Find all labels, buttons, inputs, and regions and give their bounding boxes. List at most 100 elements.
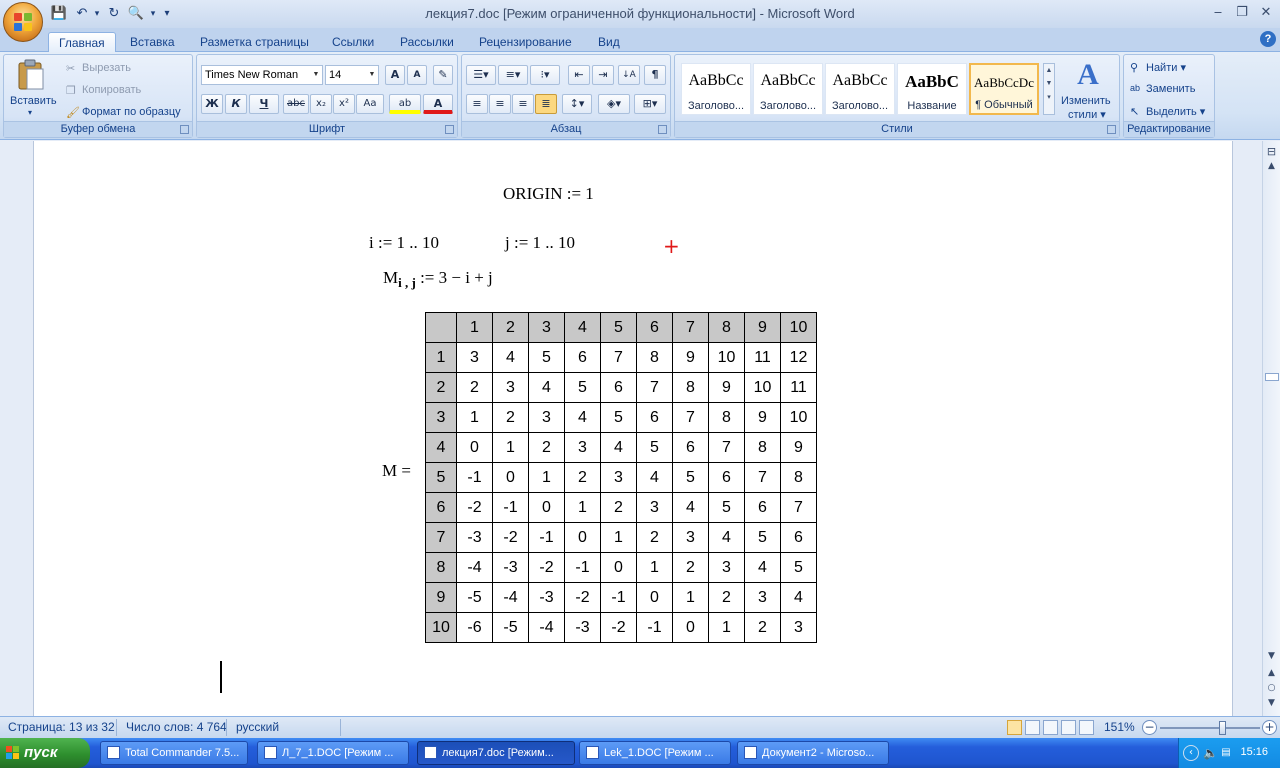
chevron-down-icon[interactable]: ▼ xyxy=(311,67,321,83)
replace-button[interactable]: Заменить xyxy=(1146,83,1195,95)
tab-insert[interactable]: Вставка xyxy=(120,32,185,52)
word-count[interactable]: Число слов: 4 764 xyxy=(126,720,227,734)
increase-indent-icon[interactable]: ⇥ xyxy=(592,65,614,85)
close-button[interactable]: ✕ xyxy=(1253,2,1279,24)
change-styles-icon[interactable]: A xyxy=(1073,59,1103,91)
clear-formatting-button[interactable]: ✎ xyxy=(433,65,453,85)
styles-scroll[interactable]: ▲ ▼ ▾ xyxy=(1043,63,1055,115)
tray-collapse-icon[interactable]: ‹ xyxy=(1183,745,1199,761)
bullets-icon[interactable]: ☰▾ xyxy=(466,65,496,85)
find-button[interactable]: Найти ▾ xyxy=(1146,61,1186,74)
paste-icon[interactable] xyxy=(16,59,46,91)
task-total-commander[interactable]: Total Commander 7.5... xyxy=(100,741,248,765)
start-button[interactable]: пуск xyxy=(0,738,90,768)
clock[interactable]: 15:16 xyxy=(1240,746,1268,758)
restore-button[interactable]: ❐ xyxy=(1229,2,1255,24)
tab-review[interactable]: Рецензирование xyxy=(469,32,582,52)
multilevel-list-icon[interactable]: ⁝▾ xyxy=(530,65,560,85)
clipboard-launcher-icon[interactable] xyxy=(180,125,189,134)
document-page[interactable]: ORIGIN := 1 i := 1 .. 10 j := 1 .. 10 + … xyxy=(33,141,1233,716)
underline-button[interactable]: Ч xyxy=(249,94,279,114)
help-icon[interactable]: ? xyxy=(1260,31,1276,47)
task-word-l7[interactable]: Л_7_1.DOC [Режим ... xyxy=(257,741,409,765)
font-size-combo[interactable]: 14 ▼ xyxy=(325,65,379,85)
zoom-level[interactable]: 151% xyxy=(1104,720,1135,734)
tab-page-layout[interactable]: Разметка страницы xyxy=(190,32,319,52)
shrink-font-button[interactable]: A xyxy=(407,65,427,85)
grow-font-button[interactable]: A xyxy=(385,65,405,85)
show-formatting-button[interactable]: ¶ xyxy=(644,65,666,85)
scroll-thumb[interactable] xyxy=(1265,373,1279,381)
change-styles-button-line2[interactable]: стили ▾ xyxy=(1068,108,1106,121)
styles-launcher-icon[interactable] xyxy=(1107,125,1116,134)
copy-button[interactable]: Копировать xyxy=(82,84,141,96)
highlight-button[interactable]: ab xyxy=(389,94,421,114)
outline-view-icon[interactable] xyxy=(1061,720,1076,735)
document-area[interactable]: ORIGIN := 1 i := 1 .. 10 j := 1 .. 10 + … xyxy=(0,141,1262,716)
cut-button[interactable]: Вырезать xyxy=(82,62,131,74)
office-button[interactable] xyxy=(3,2,43,42)
line-spacing-icon[interactable]: ↕▾ xyxy=(562,94,592,114)
vertical-scrollbar[interactable]: ⊟ ▲ ▼ ▲ ○ ▼ xyxy=(1262,141,1280,716)
scroll-up-icon[interactable]: ▲ xyxy=(1264,161,1279,171)
web-layout-view-icon[interactable] xyxy=(1043,720,1058,735)
style-heading-3[interactable]: AaBbCc Заголово... xyxy=(825,63,895,115)
bold-button[interactable]: Ж xyxy=(201,94,223,114)
paste-dropdown-icon[interactable]: ▾ xyxy=(28,108,32,117)
print-layout-view-icon[interactable] xyxy=(1007,720,1022,735)
format-painter-button[interactable]: Формат по образцу xyxy=(82,106,181,118)
page-counter[interactable]: Страница: 13 из 32 xyxy=(8,720,115,734)
font-color-button[interactable]: A xyxy=(423,94,453,114)
more-icon[interactable]: ▾ xyxy=(1044,93,1054,101)
draft-view-icon[interactable] xyxy=(1079,720,1094,735)
subscript-button[interactable]: x₂ xyxy=(310,94,332,114)
decrease-indent-icon[interactable]: ⇤ xyxy=(568,65,590,85)
borders-icon[interactable]: ⊞▾ xyxy=(634,94,666,114)
chevron-down-icon[interactable]: ▼ xyxy=(367,67,377,83)
previous-page-icon[interactable]: ▲ xyxy=(1264,668,1279,678)
style-heading-2[interactable]: AaBbCc Заголово... xyxy=(753,63,823,115)
tab-mailings[interactable]: Рассылки xyxy=(390,32,464,52)
font-name-combo[interactable]: Times New Roman ▼ xyxy=(201,65,323,85)
align-center-icon[interactable]: ≡ xyxy=(489,94,511,114)
justify-icon[interactable]: ≣ xyxy=(535,94,557,114)
tab-view[interactable]: Вид xyxy=(588,32,630,52)
minimize-button[interactable]: ‒ xyxy=(1205,2,1231,24)
chevron-down-icon[interactable]: ▼ xyxy=(1044,80,1054,87)
browse-object-icon[interactable]: ○ xyxy=(1264,683,1279,693)
tab-home[interactable]: Главная xyxy=(48,32,116,53)
paragraph-launcher-icon[interactable] xyxy=(658,125,667,134)
zoom-out-button[interactable]: − xyxy=(1142,720,1157,735)
strikethrough-button[interactable]: abc xyxy=(283,94,309,114)
style-heading-1[interactable]: AaBbCc Заголово... xyxy=(681,63,751,115)
undo-dropdown-icon[interactable]: ▾ xyxy=(88,5,106,23)
ruler-toggle-icon[interactable]: ⊟ xyxy=(1264,145,1279,158)
style-normal[interactable]: AaBbCcDc ¶ Обычный xyxy=(969,63,1039,115)
task-word-document2[interactable]: Документ2 - Microso... xyxy=(737,741,889,765)
language-indicator[interactable]: русский xyxy=(236,720,279,734)
font-launcher-icon[interactable] xyxy=(445,125,454,134)
italic-button[interactable]: К xyxy=(225,94,247,114)
redo-icon[interactable]: ↻ xyxy=(105,5,123,23)
sort-button[interactable]: ↓A xyxy=(618,65,640,85)
change-styles-button[interactable]: Изменить xyxy=(1061,95,1111,107)
align-right-icon[interactable]: ≡ xyxy=(512,94,534,114)
numbering-icon[interactable]: ≡▾ xyxy=(498,65,528,85)
align-left-icon[interactable]: ≡ xyxy=(466,94,488,114)
task-word-lecture7[interactable]: лекция7.doc [Режим... xyxy=(417,741,575,765)
speaker-icon[interactable]: 🔈 xyxy=(1203,746,1218,760)
customize-qat-icon[interactable]: ▾ xyxy=(158,5,176,23)
print-preview-icon[interactable]: 🔍 xyxy=(127,5,145,23)
superscript-button[interactable]: x² xyxy=(333,94,355,114)
task-word-lek1[interactable]: Lek_1.DOC [Режим ... xyxy=(579,741,731,765)
select-button[interactable]: Выделить ▾ xyxy=(1146,105,1205,118)
chevron-up-icon[interactable]: ▲ xyxy=(1044,67,1054,74)
change-case-button[interactable]: Aa xyxy=(356,94,384,114)
zoom-slider-thumb[interactable] xyxy=(1219,721,1226,735)
zoom-slider-track[interactable] xyxy=(1160,727,1260,729)
zoom-in-button[interactable]: + xyxy=(1262,720,1277,735)
shading-icon[interactable]: ◈▾ xyxy=(598,94,630,114)
next-page-icon[interactable]: ▼ xyxy=(1264,698,1279,708)
save-icon[interactable]: 💾 xyxy=(50,5,68,23)
paste-button[interactable]: Вставить xyxy=(10,95,57,107)
